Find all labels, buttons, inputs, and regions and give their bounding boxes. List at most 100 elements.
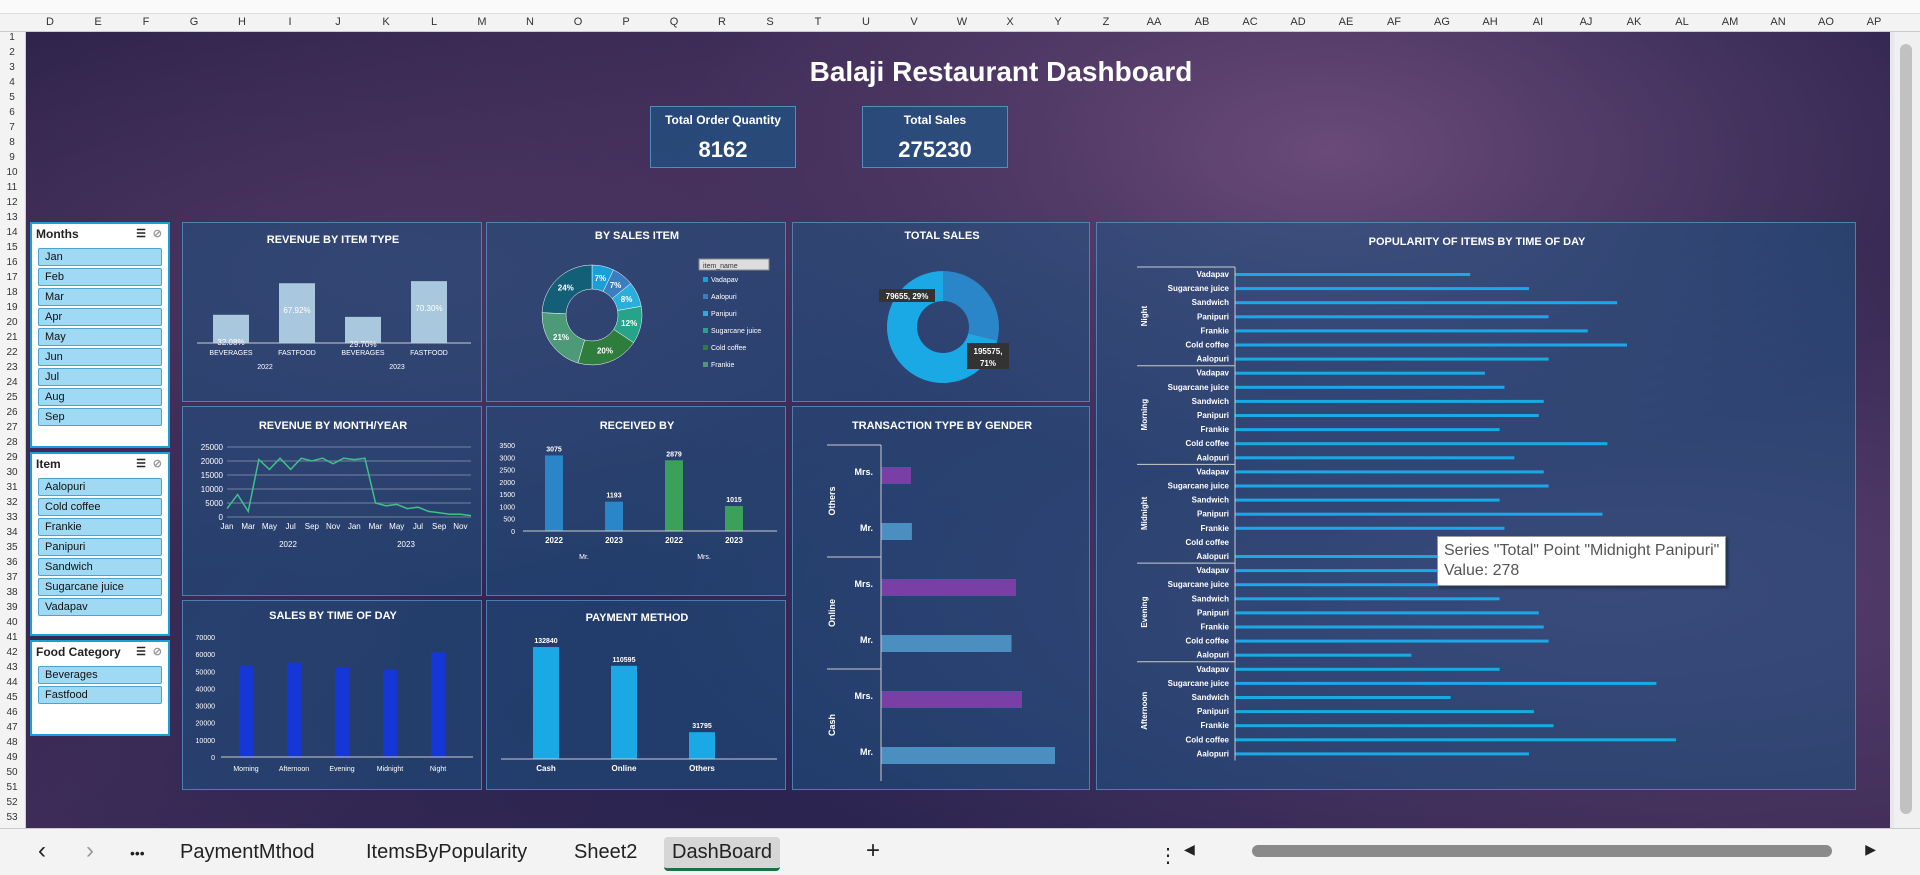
row-header[interactable]: 20 xyxy=(0,317,24,328)
bar[interactable] xyxy=(611,665,637,759)
vertical-scroll-thumb[interactable] xyxy=(1900,44,1912,814)
bar[interactable] xyxy=(689,732,715,759)
bar[interactable] xyxy=(1235,667,1500,671)
row-header[interactable]: 52 xyxy=(0,797,24,808)
add-sheet-button[interactable]: + xyxy=(858,833,888,869)
bar[interactable] xyxy=(725,506,743,531)
row-header[interactable]: 53 xyxy=(0,812,24,823)
row-header[interactable]: 17 xyxy=(0,272,24,283)
column-header[interactable]: AJ xyxy=(1562,16,1610,28)
row-header[interactable]: 8 xyxy=(0,137,24,148)
column-header[interactable]: AE xyxy=(1322,16,1370,28)
row-header[interactable]: 3 xyxy=(0,62,24,73)
row-header[interactable]: 44 xyxy=(0,677,24,688)
slicer-item[interactable]: Beverages xyxy=(38,666,162,684)
bar[interactable] xyxy=(1235,526,1505,530)
bar[interactable] xyxy=(1235,315,1549,319)
bar[interactable] xyxy=(1235,442,1608,446)
clear-filter-icon[interactable]: ⊘ xyxy=(153,457,162,470)
row-header[interactable]: 35 xyxy=(0,542,24,553)
slicer-item[interactable]: Sandwich xyxy=(38,558,162,576)
clear-filter-icon[interactable]: ⊘ xyxy=(153,227,162,240)
row-header[interactable]: 7 xyxy=(0,122,24,133)
bar[interactable] xyxy=(383,669,397,757)
row-header[interactable]: 25 xyxy=(0,392,24,403)
bar[interactable] xyxy=(1235,287,1529,291)
column-header[interactable]: W xyxy=(938,16,986,28)
slicer-item[interactable]: Feb xyxy=(38,268,162,286)
column-header[interactable]: AO xyxy=(1802,16,1850,28)
slicer-item[interactable]: Frankie xyxy=(38,518,162,536)
legend-swatch[interactable] xyxy=(703,362,708,367)
slicer-item[interactable]: Cold coffee xyxy=(38,498,162,516)
bar[interactable] xyxy=(1235,738,1676,742)
row-header[interactable]: 49 xyxy=(0,752,24,763)
multiselect-icon[interactable]: ☰ xyxy=(136,645,146,658)
bar[interactable] xyxy=(1235,301,1618,305)
bar[interactable] xyxy=(1235,273,1471,276)
bar[interactable] xyxy=(1235,428,1500,432)
bar[interactable] xyxy=(881,579,1016,596)
slicer-item[interactable]: Jan xyxy=(38,248,162,266)
row-header[interactable]: 19 xyxy=(0,302,24,313)
slicer-item[interactable]: Panipuri xyxy=(38,538,162,556)
slicer-item[interactable]: Fastfood xyxy=(38,686,162,704)
column-header[interactable]: D xyxy=(26,16,74,28)
bar[interactable] xyxy=(1235,470,1544,474)
row-header[interactable]: 22 xyxy=(0,347,24,358)
slicer-food-category[interactable]: Food Category ☰ ⊘ Beverages Fastfood xyxy=(30,640,170,736)
row-header[interactable]: 26 xyxy=(0,407,24,418)
column-header[interactable]: T xyxy=(794,16,842,28)
legend-swatch[interactable] xyxy=(703,328,708,333)
row-header[interactable]: 34 xyxy=(0,527,24,538)
bar[interactable] xyxy=(1235,625,1544,629)
bar[interactable] xyxy=(665,460,683,531)
row-header[interactable]: 5 xyxy=(0,92,24,103)
column-header[interactable]: Z xyxy=(1082,16,1130,28)
row-header[interactable]: 29 xyxy=(0,452,24,463)
slicer-item[interactable]: Mar xyxy=(38,288,162,306)
column-header[interactable]: E xyxy=(74,16,122,28)
bar[interactable] xyxy=(1235,724,1554,728)
horizontal-scroll-thumb[interactable] xyxy=(1252,845,1832,857)
bar[interactable] xyxy=(1235,498,1500,502)
pie-slice[interactable] xyxy=(943,271,999,341)
slicer-item[interactable]: Jun xyxy=(38,348,162,366)
horizontal-scrollbar[interactable]: ◀ ▶ xyxy=(1180,841,1880,861)
column-header[interactable]: Q xyxy=(650,16,698,28)
kpi-total-order-quantity[interactable]: Total Order Quantity 8162 xyxy=(650,106,796,168)
row-header[interactable]: 28 xyxy=(0,437,24,448)
bar[interactable] xyxy=(605,501,623,531)
kpi-total-sales[interactable]: Total Sales 275230 xyxy=(862,106,1008,168)
legend-swatch[interactable] xyxy=(703,345,708,350)
bar[interactable] xyxy=(335,667,349,757)
multiselect-icon[interactable]: ☰ xyxy=(136,457,146,470)
chart-total-sales[interactable]: TOTAL SALES 79655, 29% 195575, 71% xyxy=(792,222,1090,402)
column-header[interactable]: K xyxy=(362,16,410,28)
tab-dashboard[interactable]: DashBoard xyxy=(664,837,781,871)
row-header[interactable]: 36 xyxy=(0,557,24,568)
chart-sales-by-time[interactable]: SALES BY TIME OF DAY 70000 60000 50000 40000… xyxy=(182,600,482,790)
legend-swatch[interactable] xyxy=(703,311,708,316)
scroll-right-icon[interactable]: ▶ xyxy=(1865,841,1876,858)
tab-itemsbypopularity[interactable]: ItemsByPopularity xyxy=(358,837,535,868)
chart-popularity-by-time[interactable]: POPULARITY OF ITEMS BY TIME OF DAY Night V… xyxy=(1096,222,1856,790)
bar[interactable] xyxy=(1235,456,1515,460)
column-header[interactable]: AN xyxy=(1754,16,1802,28)
next-sheet-button[interactable]: › xyxy=(78,833,102,869)
column-header[interactable]: O xyxy=(554,16,602,28)
column-header[interactable]: Y xyxy=(1034,16,1082,28)
slicer-item[interactable]: Vadapav xyxy=(38,598,162,616)
row-header[interactable]: 51 xyxy=(0,782,24,793)
chart-revenue-by-month[interactable]: REVENUE BY MONTH/YEAR 25000 20000 15000 1000… xyxy=(182,406,482,596)
bar[interactable] xyxy=(1235,696,1451,699)
column-header[interactable]: AA xyxy=(1130,16,1178,28)
row-header[interactable]: 47 xyxy=(0,722,24,733)
slicer-item[interactable]: Aalopuri xyxy=(38,478,162,496)
slicer-item[interactable]: Jul xyxy=(38,368,162,386)
bar[interactable] xyxy=(1235,343,1627,347)
row-header[interactable]: 30 xyxy=(0,467,24,478)
row-header[interactable]: 46 xyxy=(0,707,24,718)
row-header[interactable]: 37 xyxy=(0,572,24,583)
chart-received-by[interactable]: RECEIVED BY 3500 3000 2500 2000 1500 1000 500 0 3… xyxy=(486,406,786,596)
